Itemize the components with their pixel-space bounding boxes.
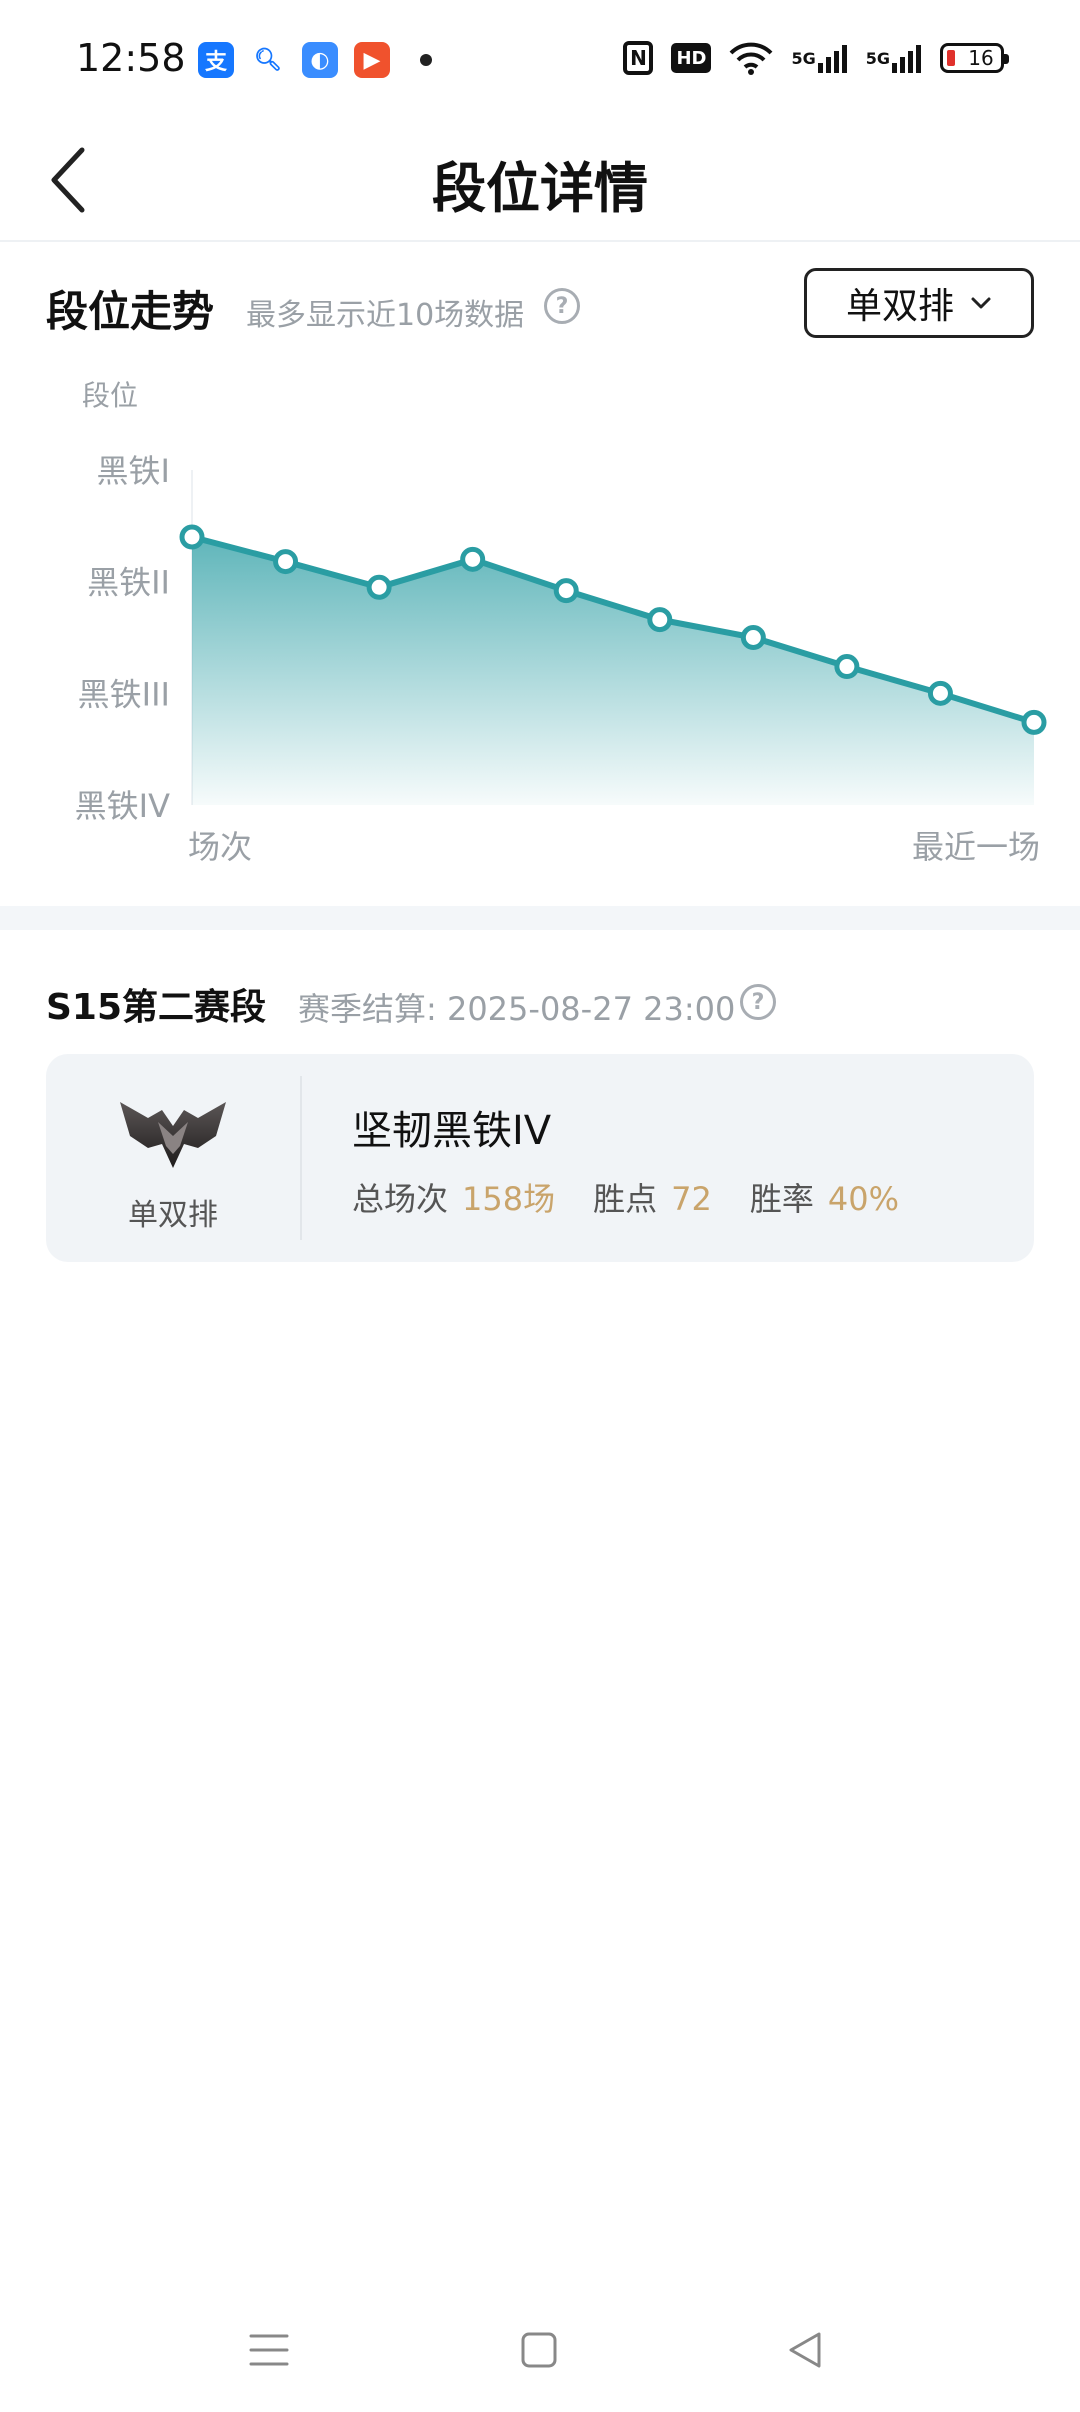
browser-icon: ◐ — [302, 42, 338, 78]
notification-icons: 支 🔍︎ ◐ ▶ — [198, 42, 432, 78]
season-title: S15第二赛段 — [46, 987, 267, 1028]
rank-name: 坚韧黑铁IV — [352, 1108, 552, 1154]
more-notifications-icon — [420, 54, 432, 66]
menu-icon — [249, 2334, 289, 2366]
rank-trend-svg: 段位 黑铁I 黑铁II 黑铁III 黑铁IV 场次 最近一场 — [75, 379, 1047, 866]
trend-subtitle: 最多显示近10场数据 — [246, 298, 525, 333]
rank-queue-label: 单双排 — [128, 1198, 218, 1233]
alipay-icon: 支 — [198, 42, 234, 78]
search-app-icon: 🔍︎ — [250, 42, 286, 78]
signal-5g-label: 5G — [791, 48, 816, 68]
chart-data-point — [1021, 709, 1047, 735]
app-header: 段位详情 — [0, 120, 1080, 242]
wifi-icon — [729, 40, 773, 76]
iron-rank-emblem-icon — [118, 1096, 228, 1176]
chart-data-point — [553, 578, 579, 604]
queue-mode-label: 单双排 — [845, 286, 954, 327]
card-divider — [300, 1076, 302, 1240]
season-help-glyph: ? — [751, 989, 765, 1015]
winrate-label: 胜率 — [749, 1180, 814, 1218]
hd-voice-icon: HD — [671, 43, 712, 73]
season-settle-time: 赛季结算: 2025-08-27 23:00 — [298, 990, 736, 1028]
trend-title: 段位走势 — [46, 287, 215, 336]
rank-trend-chart: 段位 黑铁I 黑铁II 黑铁III 黑铁IV 场次 最近一场 — [0, 360, 1080, 880]
trend-help-glyph: ? — [555, 293, 569, 319]
system-nav-bar — [0, 2300, 1080, 2412]
chart-data-point — [927, 680, 953, 706]
chart-xlabel-start: 场次 — [188, 828, 252, 866]
signal-5g-icon-1: 5G — [791, 40, 847, 76]
signal-5g-label-2: 5G — [865, 48, 890, 68]
section-divider — [0, 906, 1080, 930]
chart-ytick-label: 黑铁IV — [75, 787, 170, 825]
signal-5g-icon-2: 5G — [866, 40, 922, 76]
chart-data-point — [740, 625, 766, 650]
chart-data-point — [834, 654, 860, 680]
system-icons: N HD 5G 5G 16 — [623, 40, 1009, 76]
winrate-value: 40% — [827, 1180, 899, 1218]
status-bar: 12:58 支 🔍︎ ◐ ▶ N HD 5G 5G 16 — [0, 0, 1080, 120]
rank-card[interactable]: 单双排 坚韧黑铁IV 总场次 158场 胜点 72 胜率 40% — [46, 1054, 1034, 1262]
total-games-value: 158场 — [462, 1180, 556, 1218]
video-app-icon: ▶ — [354, 42, 390, 78]
season-help-icon[interactable]: ? — [740, 984, 776, 1020]
back-nav-button[interactable] — [770, 2320, 840, 2380]
page-title: 段位详情 — [432, 157, 648, 220]
home-button[interactable] — [504, 2320, 574, 2380]
chevron-down-icon — [971, 297, 991, 309]
chart-data-point — [179, 524, 205, 550]
back-triangle-icon — [789, 2332, 821, 2368]
chart-xlabel-end: 最近一场 — [912, 828, 1040, 866]
trend-help-icon[interactable]: ? — [544, 288, 580, 324]
chart-data-point — [460, 546, 486, 572]
nfc-icon: N — [623, 41, 654, 75]
recent-apps-button[interactable] — [234, 2320, 304, 2380]
lp-label: 胜点 — [593, 1180, 658, 1218]
total-games-label: 总场次 — [352, 1180, 449, 1218]
chart-data-point — [366, 574, 392, 600]
queue-mode-dropdown[interactable]: 单双排 — [804, 268, 1034, 338]
chart-data-point — [273, 549, 299, 575]
chart-ylabel: 段位 — [82, 379, 138, 412]
chart-ytick-label: 黑铁III — [78, 675, 170, 713]
battery-level: 16 — [968, 46, 994, 70]
status-time: 12:58 — [76, 36, 186, 80]
battery-icon: 16 — [940, 43, 1009, 73]
chart-area-fill — [192, 537, 1034, 805]
home-square-icon — [521, 2332, 557, 2368]
chart-data-point — [647, 607, 673, 633]
chart-ytick-label: 黑铁I — [97, 452, 170, 490]
lp-value: 72 — [671, 1180, 712, 1218]
rank-stats: 总场次 158场 胜点 72 胜率 40% — [352, 1174, 937, 1220]
chart-ytick-label: 黑铁II — [87, 564, 170, 602]
